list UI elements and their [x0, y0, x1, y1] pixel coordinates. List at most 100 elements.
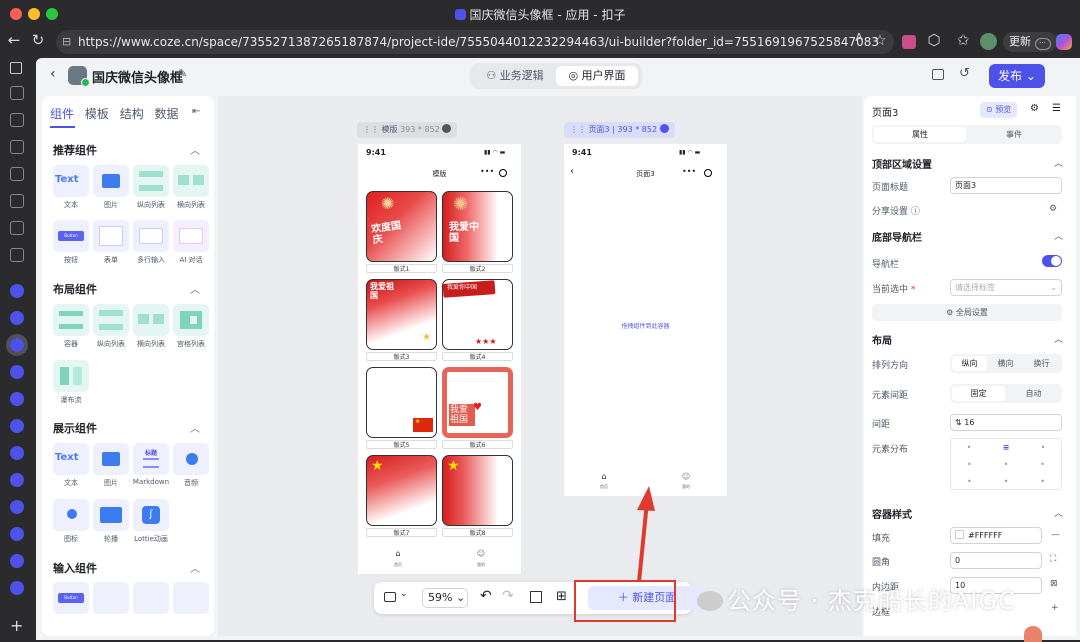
component-container[interactable]: 容器	[52, 304, 90, 349]
extension-icon[interactable]	[902, 35, 916, 49]
component-form[interactable]: 表单	[92, 220, 130, 265]
tab-business-logic[interactable]: ⚇ 业务逻辑	[474, 66, 556, 86]
component-icon[interactable]: 图标	[52, 499, 90, 544]
coze-tab-icon[interactable]	[10, 554, 24, 568]
padding-expand-icon[interactable]: ⊠	[1050, 579, 1058, 589]
component-image[interactable]: 图片	[92, 165, 130, 210]
more-dots-icon[interactable]: •••	[480, 167, 494, 176]
coze-tab-icon[interactable]	[10, 419, 24, 433]
capsule-target-icon[interactable]	[704, 169, 712, 177]
home-icon[interactable]: ⌂	[386, 549, 410, 558]
align-menu-icon[interactable]: ☰	[1052, 103, 1061, 114]
tab-icon[interactable]	[10, 113, 24, 127]
update-button[interactable]: 更新 ···	[1003, 32, 1057, 52]
frame-label-page3[interactable]: ⋮⋮ 页面3 | 393 * 852	[564, 122, 675, 138]
fill-color-input[interactable]: #FFFFFF	[950, 527, 1042, 544]
distribution-grid[interactable]: • ≡ • • • • • • •	[950, 438, 1062, 490]
tab-icon[interactable]	[10, 86, 24, 100]
tab-icon[interactable]	[10, 194, 24, 208]
device-icon[interactable]	[384, 592, 396, 602]
coze-tab-icon[interactable]	[10, 446, 24, 460]
new-tab-icon[interactable]: +	[10, 616, 23, 635]
layout-icon[interactable]	[932, 69, 944, 80]
chevron-up-icon[interactable]: ︿	[190, 142, 200, 157]
profile-avatar[interactable]	[980, 33, 997, 50]
back-arrow-icon[interactable]: ‹	[50, 66, 56, 82]
grid-view-icon[interactable]: ⊞	[556, 589, 567, 604]
component-input-button[interactable]: Button	[52, 582, 90, 614]
avatar-frame-card[interactable]: 欢度国庆 ✺	[366, 191, 437, 262]
coze-tab-icon[interactable]	[10, 581, 24, 595]
avatar-frame-card[interactable]: ★	[366, 455, 437, 526]
tab-events[interactable]: 事件	[968, 127, 1060, 142]
tab-icon[interactable]	[10, 167, 24, 181]
play-icon[interactable]	[442, 124, 452, 133]
coze-tab-icon[interactable]	[10, 392, 24, 406]
avatar-frame-card[interactable]: 我爱祖国 ♥	[442, 367, 513, 438]
collapse-panel-icon[interactable]: ⇤	[192, 106, 200, 117]
component-waterfall[interactable]: 瀑布流	[52, 360, 90, 405]
phone-frame-page3[interactable]: 9:41 ▮▮ ◠ ▬ ‹ 页面3 ••• 拖拽组件到此容器 ⌂ 首页 ☺ 我的	[564, 144, 727, 496]
site-info-icon[interactable]: ⊟	[62, 30, 71, 54]
favorite-star-icon[interactable]: ☆	[870, 31, 890, 49]
tab-icon[interactable]	[10, 221, 24, 235]
coze-tab-icon[interactable]	[10, 311, 24, 325]
reload-icon[interactable]: ↻	[28, 31, 48, 49]
play-icon[interactable]	[659, 124, 669, 133]
component-ai-chat[interactable]: AI 对话	[172, 220, 210, 265]
nav-bar-toggle[interactable]	[1042, 255, 1062, 267]
edit-icon[interactable]: ✎	[178, 67, 187, 80]
phone-frame-template[interactable]: 9:41 ▮▮ ◠ ▬ 模版 ••• 欢度国庆 ✺ 版式1 我爱中国 ✺ 版式2…	[358, 144, 521, 574]
favorites-icon[interactable]: ✩	[953, 31, 973, 49]
frame-label-template[interactable]: ⋮⋮ 模版 393 * 852	[357, 122, 458, 138]
copilot-icon[interactable]	[1056, 34, 1072, 50]
tab-properties[interactable]: 属性	[874, 127, 966, 142]
avatar-frame-card[interactable]: 我爱中国 ✺	[442, 191, 513, 262]
tab-icon[interactable]	[10, 248, 24, 262]
chevron-up-icon[interactable]: ︿	[1054, 229, 1063, 242]
avatar-frame-card[interactable]: 我爱祖国 ★	[366, 279, 437, 350]
direction-vertical[interactable]: 纵向	[952, 356, 987, 371]
component-input-form[interactable]	[92, 582, 130, 614]
settings-gear-icon[interactable]: ⚙	[1030, 103, 1039, 114]
tab-actions-icon[interactable]	[10, 62, 22, 74]
direction-horizontal[interactable]: 横向	[988, 356, 1023, 371]
component-horizontal-list[interactable]: 横向列表	[172, 165, 210, 210]
chevron-down-icon[interactable]: ⌄	[400, 589, 408, 599]
design-canvas[interactable]: ⋮⋮ 模版 393 * 852 ⋮⋮ 页面3 | 393 * 852 9:41 …	[218, 96, 862, 636]
chevron-up-icon[interactable]: ︿	[190, 420, 200, 435]
avatar-frame-card[interactable]: 我爱你中国 ★★★	[442, 279, 513, 350]
back-icon[interactable]: ←	[4, 31, 24, 49]
history-icon[interactable]: ↺	[959, 66, 970, 81]
component-vertical-list[interactable]: 纵向列表	[132, 165, 170, 210]
chevron-up-icon[interactable]: ︿	[1054, 332, 1063, 345]
drop-zone-hint[interactable]: 拖拽组件到此容器	[564, 321, 727, 330]
coze-tab-icon[interactable]	[10, 284, 24, 298]
add-border-icon[interactable]: +	[1051, 603, 1059, 613]
component-button[interactable]: Button 按钮	[52, 220, 90, 265]
component-grid-list[interactable]: 宫格列表	[172, 304, 210, 349]
component-vertical-list-layout[interactable]: 纵向列表	[92, 304, 130, 349]
user-icon[interactable]: ☺	[469, 549, 493, 558]
avatar-frame-card[interactable]: ★	[366, 367, 437, 438]
radius-input[interactable]: 0	[950, 552, 1042, 569]
avatar-frame-card[interactable]: ★	[442, 455, 513, 526]
chevron-up-icon[interactable]: ︿	[1054, 156, 1063, 169]
capsule-target-icon[interactable]	[499, 169, 507, 177]
component-input-textarea[interactable]	[172, 582, 210, 614]
fit-screen-icon[interactable]	[530, 591, 542, 603]
coze-tab-icon[interactable]	[10, 500, 24, 514]
component-text[interactable]: Text 文本	[52, 165, 90, 210]
zoom-select[interactable]: 59% ⌄	[422, 588, 468, 608]
component-display-image[interactable]: 图片	[92, 443, 130, 488]
share-settings-gear-icon[interactable]: ⚙	[1049, 204, 1057, 214]
extensions-puzzle-icon[interactable]: ⬡	[924, 31, 944, 49]
coze-tab-icon[interactable]	[10, 527, 24, 541]
component-input-field[interactable]	[132, 582, 170, 614]
tab-data[interactable]: 数据	[155, 105, 179, 122]
component-lottie[interactable]: ʃ Lottie动画	[132, 499, 170, 544]
corner-expand-icon[interactable]: ⛶	[1050, 554, 1056, 564]
preview-button[interactable]: ⊙ 预览	[980, 102, 1018, 118]
tab-templates[interactable]: 模板	[85, 105, 109, 122]
chevron-up-icon[interactable]: ︿	[190, 281, 200, 296]
